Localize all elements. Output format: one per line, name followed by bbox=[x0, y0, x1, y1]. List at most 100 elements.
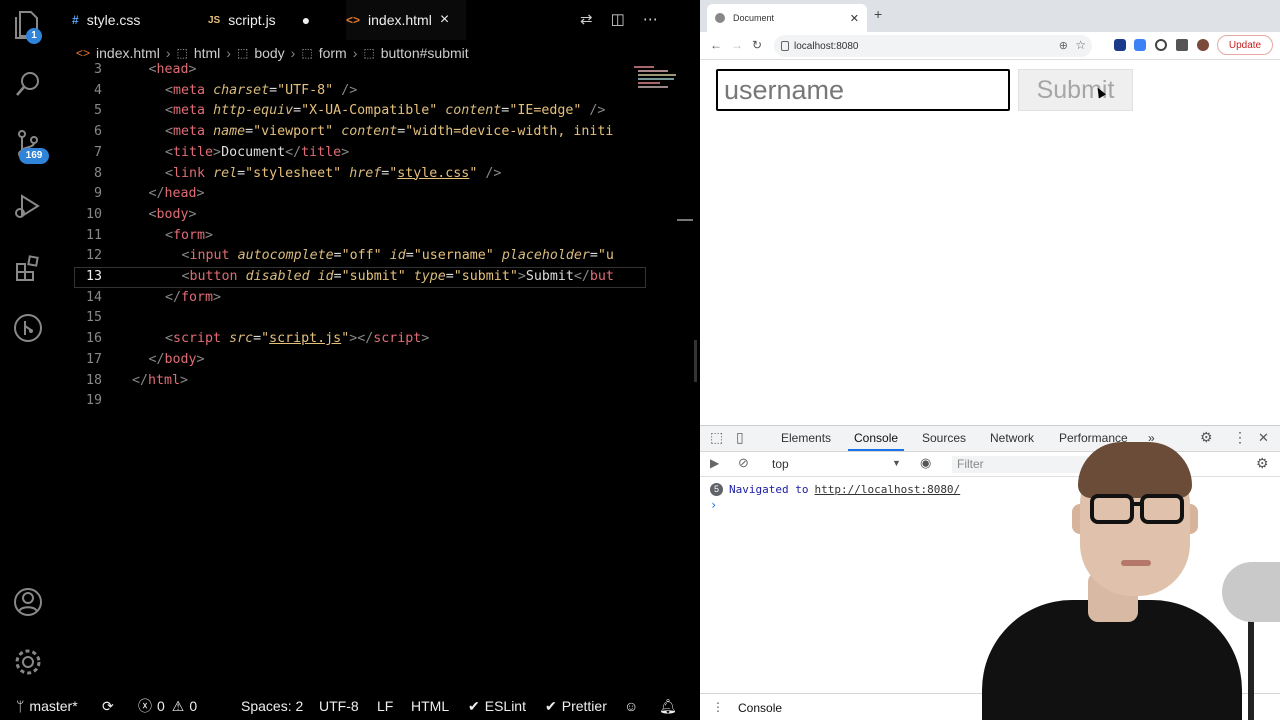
site-info-icon[interactable] bbox=[781, 41, 789, 51]
bookmark-star-icon[interactable]: ☆ bbox=[1075, 38, 1086, 52]
extensions-icon[interactable] bbox=[12, 252, 44, 284]
branch-status[interactable]: ᛘ master* bbox=[16, 692, 78, 720]
html-file-icon: <> bbox=[76, 46, 91, 60]
tab-sources[interactable]: Sources bbox=[922, 431, 966, 445]
eol-status[interactable]: LF bbox=[377, 692, 393, 720]
extension-icon[interactable] bbox=[1114, 39, 1126, 51]
source-control-icon[interactable]: 169 bbox=[12, 128, 49, 164]
line-content: <script src="script.js"></script> bbox=[165, 331, 430, 347]
live-expression-eye-icon[interactable]: ◉ bbox=[920, 455, 931, 471]
drawer-menu-icon[interactable]: ⋮ bbox=[712, 700, 724, 714]
more-actions-icon[interactable]: ⋯ bbox=[643, 10, 658, 30]
tab-console[interactable]: Console bbox=[847, 431, 905, 451]
run-debug-icon[interactable] bbox=[12, 190, 44, 222]
browser-tab[interactable]: Document ✕ bbox=[707, 4, 867, 32]
forward-icon[interactable]: → bbox=[731, 38, 743, 52]
line-number: 19 bbox=[85, 393, 102, 409]
line-number: 9 bbox=[93, 186, 102, 202]
language-status[interactable]: HTML bbox=[411, 692, 449, 720]
drawer-tab-console[interactable]: Console bbox=[738, 701, 782, 715]
prettier-status[interactable]: ✔ Prettier bbox=[545, 692, 607, 720]
breadcrumb-item[interactable]: form bbox=[319, 45, 347, 61]
extension-icon[interactable] bbox=[1155, 39, 1167, 51]
code-line[interactable]: 5 <meta http-equiv="X-UA-Compatible" cont… bbox=[56, 101, 636, 122]
update-button[interactable]: Update bbox=[1217, 35, 1273, 55]
code-line[interactable]: 7 <title>Document</title> bbox=[56, 143, 636, 164]
code-line[interactable]: 18 </html> bbox=[56, 371, 636, 392]
context-selector[interactable]: top bbox=[772, 457, 789, 471]
code-line[interactable]: 19 bbox=[56, 391, 636, 412]
line-number: 15 bbox=[85, 310, 102, 326]
git-graph-icon[interactable] bbox=[12, 312, 44, 344]
line-number: 12 bbox=[85, 248, 102, 264]
breadcrumb-item[interactable]: body bbox=[254, 45, 284, 61]
double-check-icon: ✔ bbox=[545, 697, 557, 714]
code-line[interactable]: 9 </head> bbox=[56, 184, 636, 205]
inspect-element-icon[interactable]: ⬚ bbox=[710, 429, 723, 446]
code-line[interactable]: 16 <script src="script.js"></script> bbox=[56, 329, 636, 350]
code-line[interactable]: 12 <input autocomplete="off" id="username… bbox=[56, 246, 636, 267]
code-line[interactable]: 3 <head> bbox=[56, 60, 636, 81]
code-area[interactable]: 3 <head> 4 <meta charset="UTF-8" /> 5 <meta h… bbox=[56, 60, 676, 420]
line-content: </form> bbox=[165, 289, 222, 305]
message-link[interactable]: http://localhost:8080/ bbox=[814, 483, 960, 496]
code-line[interactable]: 8 <link rel="stylesheet" href="style.css"… bbox=[56, 164, 636, 185]
source-control-badge: 169 bbox=[19, 148, 49, 164]
profile-avatar[interactable] bbox=[1197, 39, 1209, 51]
code-line[interactable]: 11 <form> bbox=[56, 226, 636, 247]
back-icon[interactable]: ← bbox=[710, 38, 722, 52]
breadcrumb-item[interactable]: html bbox=[194, 45, 220, 61]
feedback-icon[interactable]: ☺ bbox=[624, 692, 638, 720]
zoom-icon[interactable]: ⊕ bbox=[1059, 39, 1068, 52]
search-icon[interactable] bbox=[12, 68, 44, 100]
sidebar-toggle-icon[interactable]: ▶ bbox=[710, 456, 719, 470]
code-line[interactable]: 14 </form> bbox=[56, 288, 636, 309]
notifications-bell-icon[interactable]: 🔔︎ bbox=[659, 692, 677, 720]
code-line[interactable]: 4 <meta charset="UTF-8" /> bbox=[56, 81, 636, 102]
line-number: 6 bbox=[93, 124, 102, 140]
eslint-status[interactable]: ✔ ESLint bbox=[468, 692, 526, 720]
code-line[interactable]: 6 <meta name="viewport" content="width=de… bbox=[56, 122, 636, 143]
chevron-right-icon: › bbox=[290, 45, 296, 61]
problems-status[interactable]: ⓧ 0 ⚠ 0 bbox=[138, 692, 197, 720]
sync-button[interactable]: ⟳ bbox=[102, 692, 114, 720]
breadcrumb-item[interactable]: index.html bbox=[96, 45, 160, 61]
line-number: 7 bbox=[93, 144, 102, 160]
browser-toolbar: ← → ↻ localhost:8080 ⊕ ☆ Update bbox=[700, 32, 1280, 60]
tab-elements[interactable]: Elements bbox=[781, 431, 831, 445]
code-line[interactable]: 17 </body> bbox=[56, 350, 636, 371]
close-tab-icon[interactable]: × bbox=[440, 11, 449, 29]
unsaved-dot-icon: ● bbox=[301, 12, 311, 28]
settings-gear-icon[interactable] bbox=[12, 646, 44, 678]
branch-name: master* bbox=[29, 698, 78, 714]
submit-button[interactable]: Submit bbox=[1018, 69, 1133, 111]
encoding-status[interactable]: UTF-8 bbox=[319, 692, 359, 720]
vertical-scrollbar[interactable] bbox=[694, 340, 697, 382]
code-line[interactable]: 15 bbox=[56, 308, 636, 329]
split-editor-icon[interactable]: ◫ bbox=[611, 10, 625, 30]
username-input[interactable] bbox=[716, 69, 1010, 111]
tab-script-js[interactable]: JS script.js ● bbox=[208, 0, 332, 40]
compare-changes-icon[interactable]: ⇄ bbox=[580, 10, 593, 30]
clear-console-icon[interactable]: ⊘ bbox=[738, 455, 749, 471]
error-count: 0 bbox=[157, 698, 165, 714]
console-prompt-icon[interactable]: › bbox=[710, 498, 717, 512]
chevron-down-icon[interactable]: ▼ bbox=[892, 458, 901, 468]
indentation-status[interactable]: Spaces: 2 bbox=[241, 692, 303, 720]
code-line[interactable]: 10 <body> bbox=[56, 205, 636, 226]
tab-index-html[interactable]: <> index.html × bbox=[346, 0, 466, 40]
explorer-icon[interactable]: 1 bbox=[12, 8, 44, 44]
extensions-puzzle-icon[interactable] bbox=[1176, 39, 1188, 51]
tab-style-css[interactable]: # style.css bbox=[72, 0, 192, 40]
account-icon[interactable] bbox=[12, 586, 44, 618]
extension-icon[interactable] bbox=[1134, 39, 1146, 51]
address-bar[interactable]: localhost:8080 ⊕ ☆ bbox=[774, 35, 1092, 57]
explorer-badge: 1 bbox=[26, 28, 42, 44]
minimap[interactable] bbox=[632, 64, 676, 94]
close-tab-icon[interactable]: ✕ bbox=[850, 12, 859, 25]
new-tab-icon[interactable]: + bbox=[874, 6, 882, 22]
device-toolbar-icon[interactable]: ▯ bbox=[736, 429, 744, 446]
breadcrumb-item[interactable]: button#submit bbox=[381, 45, 469, 61]
line-content: <meta name="viewport" content="width=dev… bbox=[165, 124, 614, 140]
reload-icon[interactable]: ↻ bbox=[752, 38, 762, 52]
